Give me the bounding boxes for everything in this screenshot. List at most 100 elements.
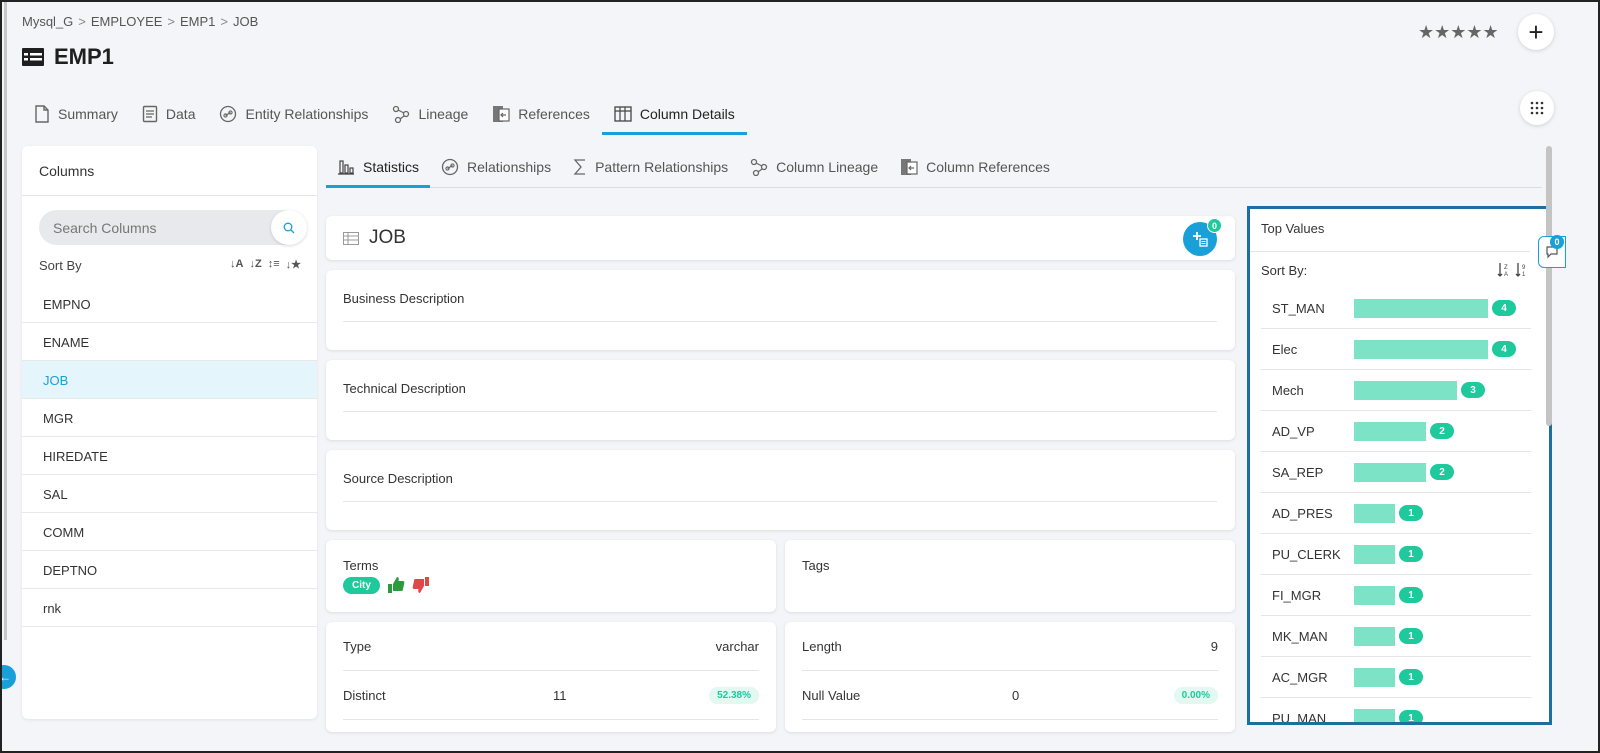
page-title: EMP1: [22, 44, 114, 70]
tab-lineage[interactable]: Lineage: [380, 92, 480, 135]
top-value-count-badge: 1: [1399, 628, 1423, 644]
breadcrumb-separator: >: [78, 14, 86, 29]
top-value-count-badge: 3: [1461, 382, 1485, 398]
link-icon: [219, 105, 237, 123]
top-value-name: PU_MAN: [1272, 710, 1327, 725]
search-columns-input[interactable]: [39, 210, 259, 245]
top-values-title: Top Values: [1250, 209, 1530, 252]
type-label: Type: [343, 638, 372, 654]
data-icon: [142, 105, 158, 123]
lineage-icon: [392, 105, 410, 123]
top-value-bar: [1354, 626, 1395, 646]
term-chip[interactable]: City: [343, 576, 380, 594]
terms-row: City: [343, 576, 759, 594]
svg-text:9: 9: [1522, 265, 1526, 271]
top-value-count-badge: 4: [1492, 341, 1516, 357]
tab-label: Data: [165, 105, 196, 122]
sort-alpha-icon[interactable]: ZA: [1497, 262, 1511, 278]
column-item-sal[interactable]: SAL: [22, 475, 317, 513]
scrollbar-thumb[interactable]: [1546, 146, 1552, 426]
breadcrumb-item[interactable]: EMPLOYEE: [91, 14, 163, 29]
thumbs-down-icon[interactable]: [412, 576, 430, 594]
column-item-rnk[interactable]: rnk: [22, 589, 317, 627]
arrow-left-icon: ←: [0, 670, 11, 684]
top-value-row[interactable]: ST_MAN 4: [1261, 288, 1531, 329]
page-title-text: EMP1: [54, 44, 114, 69]
breadcrumb-item[interactable]: Mysql_G: [22, 14, 73, 29]
type-row: Type varchar: [343, 622, 759, 671]
technical-description-card[interactable]: Technical Description: [326, 360, 1235, 440]
svg-text:Z: Z: [1504, 265, 1508, 271]
top-value-name: ST_MAN: [1272, 300, 1325, 316]
top-value-row[interactable]: MK_MAN 1: [1261, 616, 1531, 657]
technical-description-label: Technical Description: [343, 381, 1217, 412]
sort-order-icon[interactable]: ↕≡: [268, 258, 280, 273]
collapse-sidebar-button[interactable]: ←: [0, 665, 16, 689]
tab-data[interactable]: Data: [130, 92, 208, 135]
top-value-row[interactable]: PU_MAN 1: [1261, 698, 1531, 725]
column-item-job[interactable]: JOB: [22, 361, 317, 399]
business-description-card[interactable]: Business Description: [326, 270, 1235, 350]
subtab-relationships[interactable]: Relationships: [430, 146, 562, 187]
column-item-empno[interactable]: EMPNO: [22, 285, 317, 323]
null-percent-badge: 0.00%: [1173, 686, 1218, 704]
column-item-hiredate[interactable]: HIREDATE: [22, 437, 317, 475]
top-value-row[interactable]: PU_CLERK 1: [1261, 534, 1531, 575]
subtab-column-lineage[interactable]: Column Lineage: [739, 146, 889, 187]
length-row: Length 9: [802, 622, 1218, 671]
bar-chart-icon: [337, 159, 355, 175]
column-item-comm[interactable]: COMM: [22, 513, 317, 551]
apps-grid-button[interactable]: [1520, 91, 1554, 125]
distinct-percent-badge: 52.38%: [709, 686, 759, 704]
breadcrumb: Mysql_G > EMPLOYEE > EMP1 > JOB: [22, 14, 258, 29]
main-tabs: Summary Data Entity Relationships Lineag…: [22, 92, 747, 135]
subtab-pattern-relationships[interactable]: Pattern Relationships: [562, 146, 739, 187]
top-value-row[interactable]: Mech 3: [1261, 370, 1531, 411]
table-icon: [614, 105, 632, 122]
subtab-statistics[interactable]: Statistics: [326, 146, 431, 188]
top-value-bar: [1354, 667, 1395, 687]
tab-summary[interactable]: Summary: [22, 92, 130, 135]
null-row: Null Value 0 0.00%: [802, 671, 1218, 720]
top-value-count-badge: 1: [1399, 587, 1423, 603]
top-value-row[interactable]: Elec 4: [1261, 329, 1531, 370]
column-item-deptno[interactable]: DEPTNO: [22, 551, 317, 589]
column-item-mgr[interactable]: MGR: [22, 399, 317, 437]
sort-favorite-icon[interactable]: ↓★: [286, 258, 301, 273]
rating-stars[interactable]: ★★★★★: [1418, 22, 1499, 43]
length-value: 9: [1210, 638, 1218, 654]
top-value-bar: [1354, 544, 1395, 564]
top-value-bar: [1354, 462, 1426, 482]
tab-column-details[interactable]: Column Details: [601, 92, 747, 135]
type-distinct-card: Type varchar Distinct 11 52.38%: [326, 622, 776, 732]
source-description-card[interactable]: Source Description: [326, 450, 1235, 530]
top-values-sort-row: Sort By: ZA 91: [1250, 252, 1540, 288]
search-button[interactable]: [271, 210, 307, 245]
subtab-column-references[interactable]: Column References: [889, 146, 1061, 187]
comments-side-button[interactable]: 0: [1538, 235, 1566, 268]
sort-count-icon[interactable]: 91: [1515, 262, 1529, 278]
add-to-collection-button[interactable]: 0: [1183, 218, 1222, 256]
sort-alpha-desc-icon[interactable]: ↓Z: [249, 258, 261, 273]
breadcrumb-item[interactable]: EMP1: [180, 14, 215, 29]
top-value-row[interactable]: SA_REP 2: [1261, 452, 1531, 493]
tab-entity-relationships[interactable]: Entity Relationships: [207, 92, 380, 135]
top-value-count-badge: 1: [1399, 546, 1423, 562]
add-button[interactable]: +: [1518, 14, 1554, 50]
breadcrumb-item[interactable]: JOB: [233, 14, 258, 29]
subtab-label: Column Lineage: [776, 158, 879, 175]
distinct-row: Distinct 11 52.38%: [343, 671, 759, 720]
columns-panel-title: Columns: [22, 146, 317, 196]
tab-references[interactable]: References: [480, 92, 602, 135]
top-value-row[interactable]: AC_MGR 1: [1261, 657, 1531, 698]
sort-alpha-asc-icon[interactable]: ↓A: [230, 258, 243, 273]
column-item-ename[interactable]: ENAME: [22, 323, 317, 361]
thumbs-up-icon[interactable]: [387, 576, 405, 594]
top-value-count-badge: 2: [1430, 423, 1454, 439]
top-value-row[interactable]: AD_VP 2: [1261, 411, 1531, 452]
subtab-label: Column References: [926, 158, 1050, 175]
top-value-row[interactable]: AD_PRES 1: [1261, 493, 1531, 534]
top-value-bar: [1354, 380, 1457, 400]
top-value-row[interactable]: FI_MGR 1: [1261, 575, 1531, 616]
top-value-count-badge: 1: [1399, 505, 1423, 521]
